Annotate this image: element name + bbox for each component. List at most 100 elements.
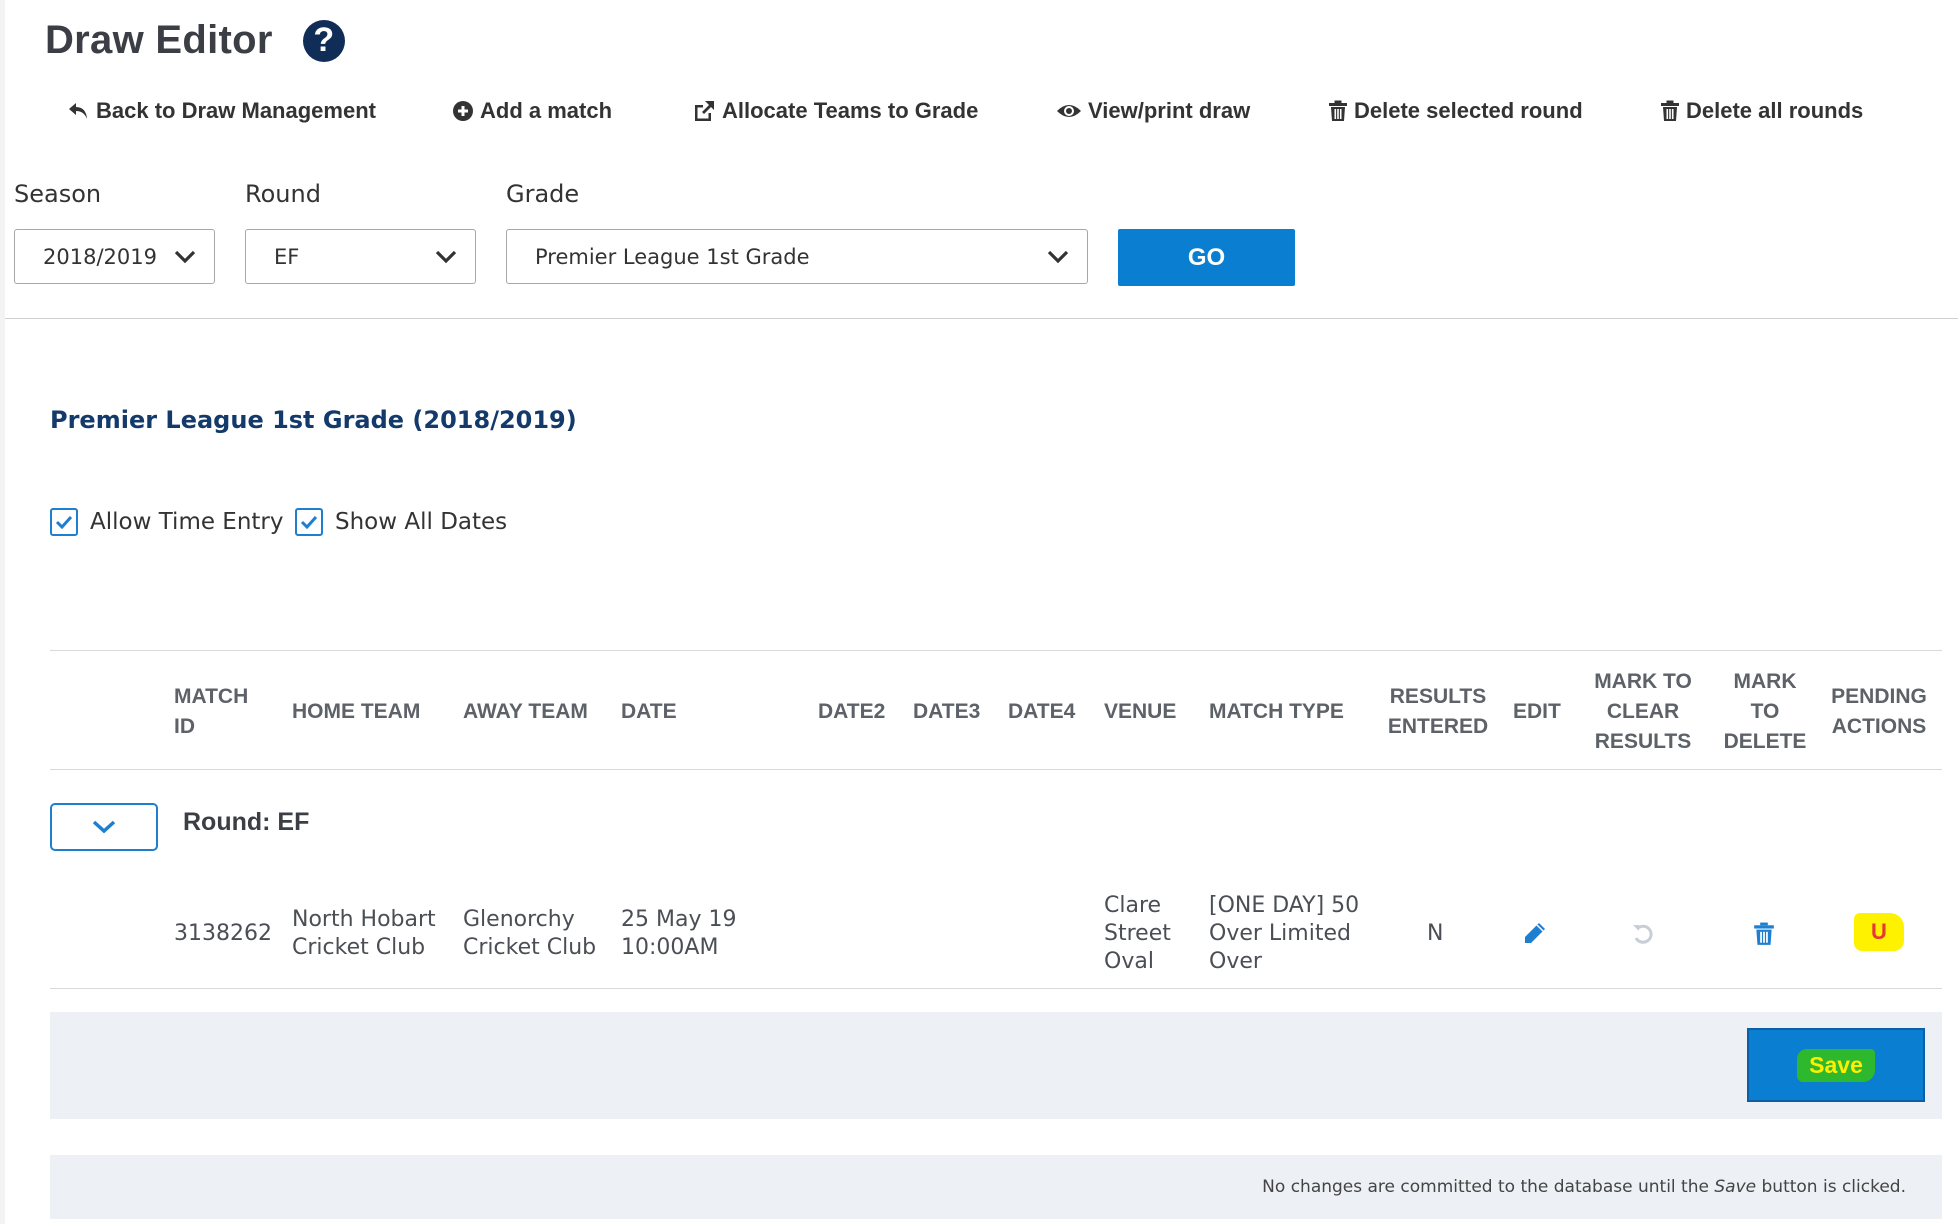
save-button[interactable]: Save [1747, 1028, 1925, 1102]
header-pending-actions: PENDING ACTIONS [1823, 682, 1935, 742]
plus-circle-icon [453, 101, 473, 121]
header-line: ID [174, 715, 195, 738]
header-date3: DATE3 [913, 700, 981, 723]
cell-match-type: [ONE DAY] 50 Over Limited Over [1209, 892, 1359, 976]
table-header-border [50, 769, 1942, 770]
view-print-label: View/print draw [1088, 98, 1251, 123]
cell-date: 25 May 19 10:00AM [621, 906, 736, 962]
header-line: MARK TO [1594, 670, 1692, 693]
checkmark-icon [300, 515, 318, 529]
show-all-dates-option[interactable]: Show All Dates [295, 508, 507, 536]
cell-line: Clare [1104, 893, 1162, 918]
cell-line: Cricket Club [463, 935, 597, 960]
page-title: Draw Editor [45, 18, 273, 62]
allow-time-entry-checkbox[interactable] [50, 508, 78, 536]
grade-heading: Premier League 1st Grade (2018/2019) [50, 406, 577, 434]
toolbar: Back to Draw Management Add a match Allo… [0, 98, 1958, 132]
trash-icon [1329, 100, 1347, 121]
header-match-id: MATCH ID [174, 682, 248, 742]
cell-line: Street [1104, 921, 1171, 946]
round-collapse-toggle[interactable] [50, 803, 158, 851]
external-link-icon [695, 101, 714, 121]
delete-all-label: Delete all rounds [1686, 98, 1864, 123]
help-icon[interactable]: ? [302, 19, 345, 62]
header-mark-to-delete: MARK TO DELETE [1715, 667, 1815, 757]
cell-line: 25 May 19 [621, 907, 737, 932]
left-edge-rule [0, 0, 5, 1224]
header-line: TO [1750, 700, 1780, 723]
note-text: No changes are committed to the database… [1262, 1177, 1715, 1197]
title-row: Draw Editor ? [45, 18, 345, 63]
view-print-draw-button[interactable]: View/print draw [1056, 98, 1250, 124]
cell-line: Glenorchy [463, 907, 575, 932]
grade-label: Grade [506, 180, 580, 208]
show-all-dates-checkbox[interactable] [295, 508, 323, 536]
header-results-entered: RESULTS ENTERED [1382, 682, 1494, 742]
header-line: RESULTS [1594, 730, 1692, 753]
allocate-label: Allocate Teams to Grade [722, 98, 979, 123]
round-label: Round [245, 180, 321, 208]
footer-note-panel: No changes are committed to the database… [50, 1155, 1942, 1219]
header-line: RESULTS [1389, 685, 1487, 708]
undo-icon [1633, 924, 1653, 944]
mark-clear-results-button[interactable] [1627, 918, 1659, 950]
delete-selected-round-button[interactable]: Delete selected round [1328, 98, 1583, 124]
cell-line: Over Limited [1209, 921, 1351, 946]
table-top-border [50, 650, 1942, 651]
grade-select[interactable]: Premier League 1st Grade [506, 229, 1088, 284]
round-select[interactable]: EF [245, 229, 476, 284]
footer-note: No changes are committed to the database… [1262, 1177, 1906, 1197]
table-row-border [50, 988, 1942, 989]
header-date4: DATE4 [1008, 700, 1076, 723]
header-edit: EDIT [1513, 700, 1561, 723]
header-match-type: MATCH TYPE [1209, 700, 1344, 723]
cell-home-team: North Hobart Cricket Club [292, 906, 436, 962]
allocate-teams-button[interactable]: Allocate Teams to Grade [692, 98, 978, 124]
header-line: CLEAR [1606, 700, 1680, 723]
season-select[interactable]: 2018/2019 [14, 229, 215, 284]
save-panel [50, 1012, 1942, 1119]
back-arrow-icon [69, 103, 87, 119]
header-line: DELETE [1723, 730, 1807, 753]
mark-delete-button[interactable] [1748, 918, 1780, 950]
header-line: MARK [1733, 670, 1797, 693]
checkmark-icon [55, 515, 73, 529]
trash-icon [1661, 100, 1679, 121]
round-group-label: Round: EF [183, 808, 310, 836]
go-button[interactable]: GO [1118, 229, 1295, 286]
note-text: button is clicked. [1756, 1177, 1906, 1197]
cell-match-id: 3138262 [174, 921, 272, 946]
trash-icon [1754, 922, 1774, 945]
cell-venue: Clare Street Oval [1104, 892, 1171, 976]
cell-away-team: Glenorchy Cricket Club [463, 906, 596, 962]
cell-line: 10:00AM [621, 935, 719, 960]
allow-time-entry-label: Allow Time Entry [90, 509, 284, 535]
header-line: MATCH [174, 685, 249, 708]
cell-line: Oval [1104, 949, 1154, 974]
add-match-label: Add a match [480, 98, 613, 123]
cell-line: [ONE DAY] 50 [1209, 893, 1360, 918]
pencil-icon [1525, 923, 1545, 943]
grade-value: Premier League 1st Grade [535, 244, 810, 269]
season-label: Season [14, 180, 102, 208]
allow-time-entry-option[interactable]: Allow Time Entry [50, 508, 284, 536]
delete-selected-label: Delete selected round [1354, 98, 1583, 123]
back-to-draw-management-button[interactable]: Back to Draw Management [68, 98, 376, 124]
header-date: DATE [621, 700, 677, 723]
header-home-team: HOME TEAM [292, 700, 421, 723]
cell-results-entered: N [1427, 921, 1444, 946]
edit-match-button[interactable] [1518, 918, 1550, 950]
chevron-down-icon [435, 250, 457, 264]
season-value: 2018/2019 [43, 244, 157, 269]
header-venue: VENUE [1104, 700, 1177, 723]
header-away-team: AWAY TEAM [463, 700, 588, 723]
header-mark-to-clear-results: MARK TO CLEAR RESULTS [1586, 667, 1700, 757]
delete-all-rounds-button[interactable]: Delete all rounds [1660, 98, 1863, 124]
note-emphasis: Save [1714, 1177, 1757, 1197]
show-all-dates-label: Show All Dates [335, 509, 508, 535]
add-match-button[interactable]: Add a match [452, 98, 612, 124]
cell-line: Cricket Club [292, 935, 426, 960]
header-date2: DATE2 [818, 700, 886, 723]
chevron-down-icon [1047, 250, 1069, 264]
eye-icon [1057, 105, 1081, 117]
